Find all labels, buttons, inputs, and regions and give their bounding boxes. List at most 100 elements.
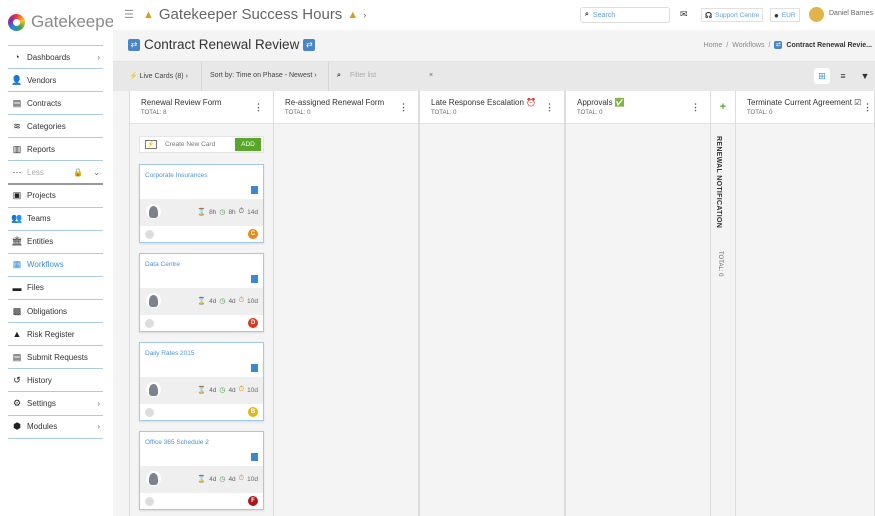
logo[interactable]: Gatekeeper — [8, 12, 120, 32]
assignee-avatar[interactable] — [146, 204, 161, 219]
card-title[interactable]: Office 365 Schedule 2 — [145, 439, 209, 446]
assignee-avatar[interactable] — [146, 471, 161, 486]
sidebar-item-label: Workflows — [27, 260, 64, 269]
divider — [328, 62, 329, 91]
column-renewal-notification-collapsed[interactable]: + RENEWAL NOTIFICATION TOTAL: 0 — [710, 91, 736, 516]
workflow-card[interactable]: Daily Rates 2015 ⌛4d◷4d⏱10d B — [139, 342, 264, 421]
time-total: 4d — [228, 387, 235, 394]
hourglass-icon: ⌛ — [197, 297, 206, 305]
workflow-card[interactable]: Office 365 Schedule 2 ⌛4d◷4d⏱10d F — [139, 431, 264, 510]
document-icon[interactable] — [251, 364, 258, 372]
clear-filter-button[interactable]: × — [429, 72, 433, 79]
live-cards-button[interactable]: ⚡ Live Cards (8) › — [129, 72, 188, 80]
sidebar-item-label: Contracts — [27, 99, 61, 108]
modules-icon: ⬢ — [11, 421, 23, 432]
more-icon: ··· — [11, 167, 23, 177]
assignee-avatar[interactable] — [146, 293, 161, 308]
sidebar-item-workflows[interactable]: ▦Workflows — [8, 254, 103, 277]
sidebar-item-history[interactable]: ↺History — [8, 369, 103, 392]
more-icon[interactable]: ⋮ — [545, 102, 554, 113]
badge-icon: ▲ — [347, 9, 358, 21]
card-title[interactable]: Corporate Insurances — [145, 172, 208, 179]
history-icon: ↺ — [11, 375, 23, 386]
sidebar-item-projects[interactable]: ▣Projects — [8, 185, 103, 208]
add-card-button[interactable]: ADD — [235, 138, 261, 151]
breadcrumb-home[interactable]: Home — [704, 42, 723, 49]
more-icon[interactable]: ⋮ — [399, 102, 408, 113]
sidebar-item-modules[interactable]: ⬢ Modules › — [8, 416, 103, 439]
support-centre-button[interactable]: ☊Support Centre — [701, 8, 763, 22]
create-card-input[interactable]: ⚡Create New CardADD — [139, 136, 264, 153]
sidebar-item-vendors[interactable]: 👤Vendors — [8, 69, 103, 92]
sidebar-item-submit-requests[interactable]: ▤Submit Requests — [8, 346, 103, 369]
stopwatch-icon: ⏱ — [239, 386, 244, 394]
user-name[interactable]: Daniel Barnes — [829, 10, 873, 17]
currency-button[interactable]: ●EUR — [770, 8, 800, 22]
sidebar-item-risk-register[interactable]: ▲Risk Register — [8, 323, 103, 346]
breadcrumb: Home/ Workflows/ ⇄Contract Renewal Revie… — [704, 41, 872, 49]
badge-icon: ▲ — [143, 9, 154, 21]
module-icon — [145, 230, 154, 239]
sidebar-item-less[interactable]: ···Less🔒⌄ — [8, 161, 103, 184]
sidebar-item-label: Risk Register — [27, 330, 75, 339]
sidebar-item-dashboards[interactable]: ◔Dashboards› — [8, 46, 103, 69]
sidebar-item-label: Less — [27, 168, 44, 177]
chevron-right-icon: › — [363, 10, 366, 20]
lock-icon: 🔒 — [73, 168, 83, 177]
search-input[interactable]: ⌕Search — [580, 7, 670, 23]
workflow-icon: ⇄ — [774, 41, 782, 49]
more-icon[interactable]: ⋮ — [863, 102, 872, 113]
menu-icon[interactable]: ☰ — [124, 8, 134, 21]
search-icon: ⌕ — [585, 11, 589, 19]
column-reassigned: Re-assigned Renewal FormTOTAL: 0⋮ — [273, 91, 419, 516]
module-icon — [145, 497, 154, 506]
assignee-avatar[interactable] — [146, 382, 161, 397]
sidebar-item-label: Submit Requests — [27, 353, 88, 362]
sort-button[interactable]: Sort by: Time on Phase - Newest › — [210, 72, 317, 79]
add-column-button[interactable]: + — [711, 91, 735, 124]
sidebar-item-label: Categories — [27, 122, 66, 131]
time-in-phase: 8h — [209, 209, 216, 216]
sidebar-item-label: Modules — [27, 422, 57, 431]
contract-icon: ▤ — [11, 98, 23, 109]
workflow-card[interactable]: Data Centre ⌛4d◷4d⏱10d D — [139, 253, 264, 332]
sidebar-item-teams[interactable]: 👥Teams — [8, 208, 103, 231]
teams-icon: 👥 — [11, 213, 23, 224]
chevron-right-icon: › — [97, 53, 100, 62]
page-title-text: Contract Renewal Review — [144, 37, 299, 52]
calendar-icon: ▩ — [11, 306, 23, 317]
clock-icon: ◷ — [219, 208, 225, 216]
grid-view-button[interactable]: ⊞ — [814, 68, 830, 84]
workflow-card[interactable]: Corporate Insurances ⌛8h◷8h⏱14d C — [139, 164, 264, 243]
sidebar-item-categories[interactable]: ≋Categories — [8, 115, 103, 138]
document-icon[interactable] — [251, 275, 258, 283]
hourglass-icon: ⌛ — [197, 386, 206, 394]
column-title: Terminate Current Agreement ☑ — [747, 98, 874, 107]
more-icon[interactable]: ⋮ — [691, 102, 700, 113]
document-icon[interactable] — [251, 453, 258, 461]
sidebar-item-reports[interactable]: ▥Reports — [8, 138, 103, 161]
more-icon[interactable]: ⋮ — [254, 102, 263, 113]
sidebar-item-settings[interactable]: ⚙Settings› — [8, 392, 103, 415]
document-icon[interactable] — [251, 186, 258, 194]
chevron-right-icon: › — [97, 422, 100, 431]
sidebar-item-contracts[interactable]: ▤ Contracts — [8, 92, 103, 115]
sidebar-item-files[interactable]: ▬Files — [8, 277, 103, 300]
filter-button[interactable]: ▼ — [857, 68, 873, 84]
divider — [201, 62, 202, 91]
sidebar-item-obligations[interactable]: ▩Obligations — [8, 300, 103, 323]
sidebar-item-entities[interactable]: 🏛Entities — [8, 231, 103, 254]
card-title[interactable]: Data Centre — [145, 261, 180, 268]
sidebar-nav: ◔Dashboards›👤Vendors ▤ Contracts ≋Categorie… — [8, 45, 103, 439]
breadcrumb-workflows[interactable]: Workflows — [732, 42, 764, 49]
column-total: TOTAL: 0 — [747, 110, 874, 116]
filter-input[interactable]: Filter list — [350, 72, 376, 79]
list-view-button[interactable]: ≡ — [835, 68, 851, 84]
risk-badge: B — [248, 407, 258, 417]
card-title[interactable]: Daily Rates 2015 — [145, 350, 195, 357]
workflow-icon: ⇄ — [303, 39, 315, 51]
avatar[interactable] — [809, 7, 824, 22]
mail-icon[interactable]: ✉ — [680, 9, 688, 20]
clock-icon: ◷ — [219, 475, 225, 483]
app-title[interactable]: ▲Gatekeeper Success Hours▲› — [143, 6, 366, 23]
